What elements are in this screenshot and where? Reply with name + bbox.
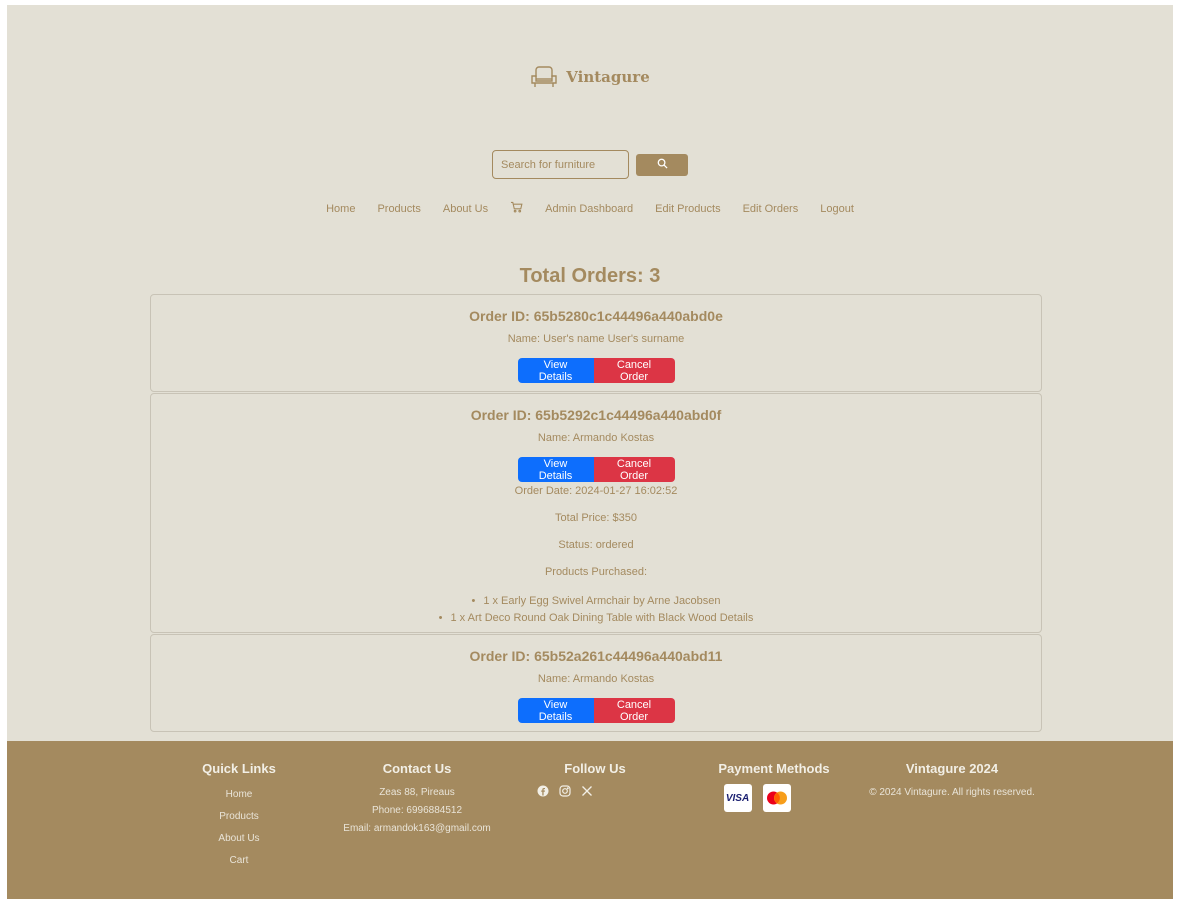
copyright-title: Vintagure 2024 [905,761,999,776]
order-id: Order ID: 65b5280c1c44496a440abd0e [469,308,723,324]
view-details-button[interactable]: View Details [517,457,594,482]
order-date: Order Date: 2024-01-27 16:02:52 [514,485,678,497]
nav-edit-orders[interactable]: Edit Orders [732,203,810,215]
quick-links-title: Quick Links [202,761,276,776]
instagram-icon[interactable] [559,784,571,802]
nav-products[interactable]: Products [366,203,431,215]
search-button[interactable] [636,153,688,176]
social-links [485,784,645,802]
brand-logo[interactable]: Vintagure [7,65,1173,89]
order-name: Name: Armando Kostas [537,673,655,685]
footer-copyright: Vintagure 2024 © 2024 Vintagure. All rig… [869,761,1035,802]
page: Vintagure Home Products About Us [7,5,1173,899]
order-name: Name: Armando Kostas [537,432,655,444]
nav-cart[interactable] [499,201,534,216]
products-list: 1 x Early Egg Swivel Armchair by Arne Ja… [151,593,1041,639]
order-card: Order ID: 65b5280c1c44496a440abd0e Name:… [150,294,1042,392]
main-nav: Home Products About Us Admin Dashboard E… [7,201,1173,216]
footer-link-cart[interactable]: Cart [189,850,289,872]
contact-phone: Phone: 6996884512 [371,805,463,816]
orders-list: Order ID: 65b5280c1c44496a440abd0e Name:… [150,294,1042,733]
search-icon [657,157,668,172]
search-bar [7,150,1173,179]
contact-address: Zeas 88, Pireaus [379,787,455,798]
visa-label: VISA [725,792,750,804]
payment-title: Payment Methods [718,761,830,776]
search-input[interactable] [492,150,629,179]
contact-title: Contact Us [382,761,452,776]
order-id: Order ID: 65b52a261c44496a440abd11 [469,648,723,664]
footer-quick-links: Quick Links Home Products About Us Cart [189,761,289,872]
armchair-icon [530,65,558,89]
footer-link-about-us[interactable]: About Us [189,828,289,850]
facebook-icon[interactable] [537,784,549,802]
footer-link-products[interactable]: Products [189,806,289,828]
view-details-button[interactable]: View Details [517,698,594,723]
footer-contact: Contact Us Zeas 88, Pireaus Phone: 69968… [337,761,497,838]
nav-edit-products[interactable]: Edit Products [644,203,731,215]
follow-title: Follow Us [564,761,626,776]
list-item: 1 x Early Egg Swivel Armchair by Arne Ja… [151,593,1041,610]
nav-home[interactable]: Home [315,203,366,215]
order-actions: View Details Cancel Order [517,457,675,482]
products-purchased-label: Products Purchased: [544,566,648,578]
order-card: Order ID: 65b52a261c44496a440abd11 Name:… [150,634,1042,732]
payment-methods: VISA [680,784,834,812]
contact-email: Email: armandok163@gmail.com [343,823,491,834]
footer-payment: Payment Methods VISA [714,761,834,812]
order-actions: View Details Cancel Order [517,358,675,383]
list-item: 1 x Art Deco Round Oak Dining Table with… [151,610,1041,627]
page-title: Total Orders: 3 [519,265,661,287]
x-icon[interactable] [581,784,593,802]
nav-admin-dashboard[interactable]: Admin Dashboard [534,203,644,215]
nav-about-us[interactable]: About Us [432,203,499,215]
order-id: Order ID: 65b5292c1c44496a440abd0f [470,407,722,423]
brand-name: Vintagure [566,68,650,86]
copyright-text: © 2024 Vintagure. All rights reserved. [869,787,1035,798]
header: Vintagure Home Products About Us [7,5,1173,275]
order-card: Order ID: 65b5292c1c44496a440abd0f Name:… [150,393,1042,633]
cancel-order-button[interactable]: Cancel Order [593,698,675,723]
order-total: Total Price: $350 [555,512,637,524]
footer: Quick Links Home Products About Us Cart … [7,741,1173,899]
footer-link-home[interactable]: Home [189,784,289,806]
order-status: Status: ordered [558,539,634,551]
footer-follow: Follow Us [537,761,645,802]
cart-icon [510,201,523,216]
visa-icon: VISA [723,784,752,812]
order-actions: View Details Cancel Order [517,698,675,723]
view-details-button[interactable]: View Details [517,358,594,383]
order-name: Name: User's name User's surname [507,333,685,345]
mastercard-icon [762,784,791,812]
nav-logout[interactable]: Logout [809,203,865,215]
cancel-order-button[interactable]: Cancel Order [593,457,675,482]
cancel-order-button[interactable]: Cancel Order [593,358,675,383]
